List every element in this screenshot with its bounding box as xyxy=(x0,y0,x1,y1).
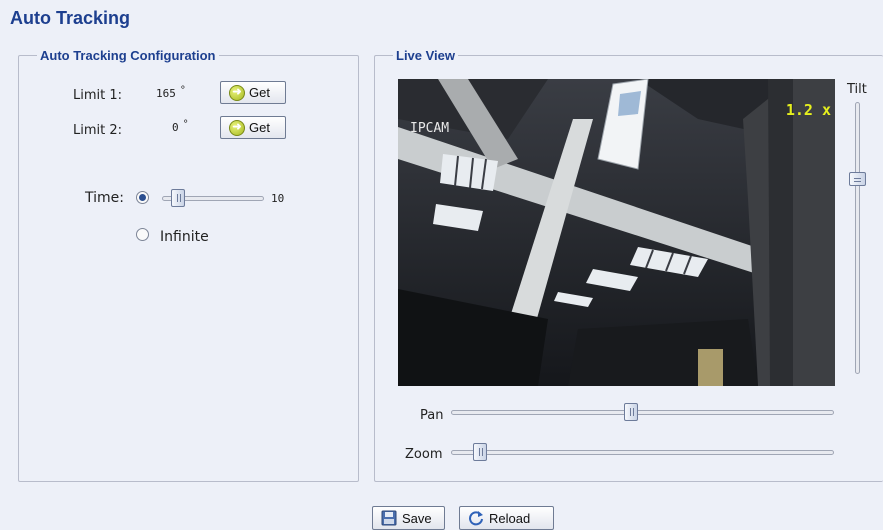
zoom-level-overlay: 1.2 x xyxy=(785,101,831,119)
zoom-label: Zoom xyxy=(405,447,443,462)
config-legend: Auto Tracking Configuration xyxy=(40,48,216,63)
limit1-get-button[interactable]: ➜ Get xyxy=(220,81,286,104)
zoom-slider-track[interactable] xyxy=(451,450,834,455)
arrow-right-icon: ➜ xyxy=(229,119,245,136)
time-radio[interactable] xyxy=(136,191,149,204)
live-view-legend: Live View xyxy=(396,48,456,63)
limit2-value-wrap: 0 ° xyxy=(172,119,189,134)
tilt-slider-track[interactable] xyxy=(855,102,860,374)
save-button[interactable]: Save xyxy=(372,506,445,530)
reload-label: Reload xyxy=(489,510,531,526)
tilt-slider-thumb[interactable] xyxy=(849,171,866,186)
zoom-slider-thumb[interactable] xyxy=(473,443,488,461)
pan-label: Pan xyxy=(420,408,444,423)
page-title: Auto Tracking xyxy=(10,8,131,28)
live-video-feed[interactable]: IPCAM 1.2 x xyxy=(398,79,835,386)
arrow-right-icon: ➜ xyxy=(229,84,245,101)
time-label: Time: xyxy=(85,190,124,206)
reload-button[interactable]: Reload xyxy=(459,506,554,530)
camera-image xyxy=(398,79,835,386)
infinite-label: Infinite xyxy=(160,229,209,245)
limit2-value: 0 xyxy=(172,121,179,134)
limit1-value-wrap: 165 ° xyxy=(156,85,186,100)
time-slider-thumb[interactable] xyxy=(170,189,185,207)
limit1-get-label: Get xyxy=(249,85,270,100)
limit1-label: Limit 1: xyxy=(73,88,123,103)
limit1-value: 165 xyxy=(156,87,176,100)
save-label: Save xyxy=(402,510,432,526)
limit2-get-button[interactable]: ➜ Get xyxy=(220,116,286,139)
infinite-radio[interactable] xyxy=(136,228,149,241)
limit2-get-label: Get xyxy=(249,120,270,135)
time-value: 10 xyxy=(271,192,285,205)
tilt-label: Tilt xyxy=(847,82,867,97)
limit2-unit: ° xyxy=(182,119,189,130)
pan-slider-track[interactable] xyxy=(451,410,834,415)
pan-slider-thumb[interactable] xyxy=(624,403,639,421)
camera-name-overlay: IPCAM xyxy=(410,121,450,136)
limit2-label: Limit 2: xyxy=(73,123,123,138)
refresh-icon xyxy=(468,510,484,526)
auto-tracking-config-group: Auto Tracking Configuration xyxy=(18,48,359,482)
limit1-unit: ° xyxy=(179,85,186,96)
floppy-disk-icon xyxy=(381,510,397,526)
